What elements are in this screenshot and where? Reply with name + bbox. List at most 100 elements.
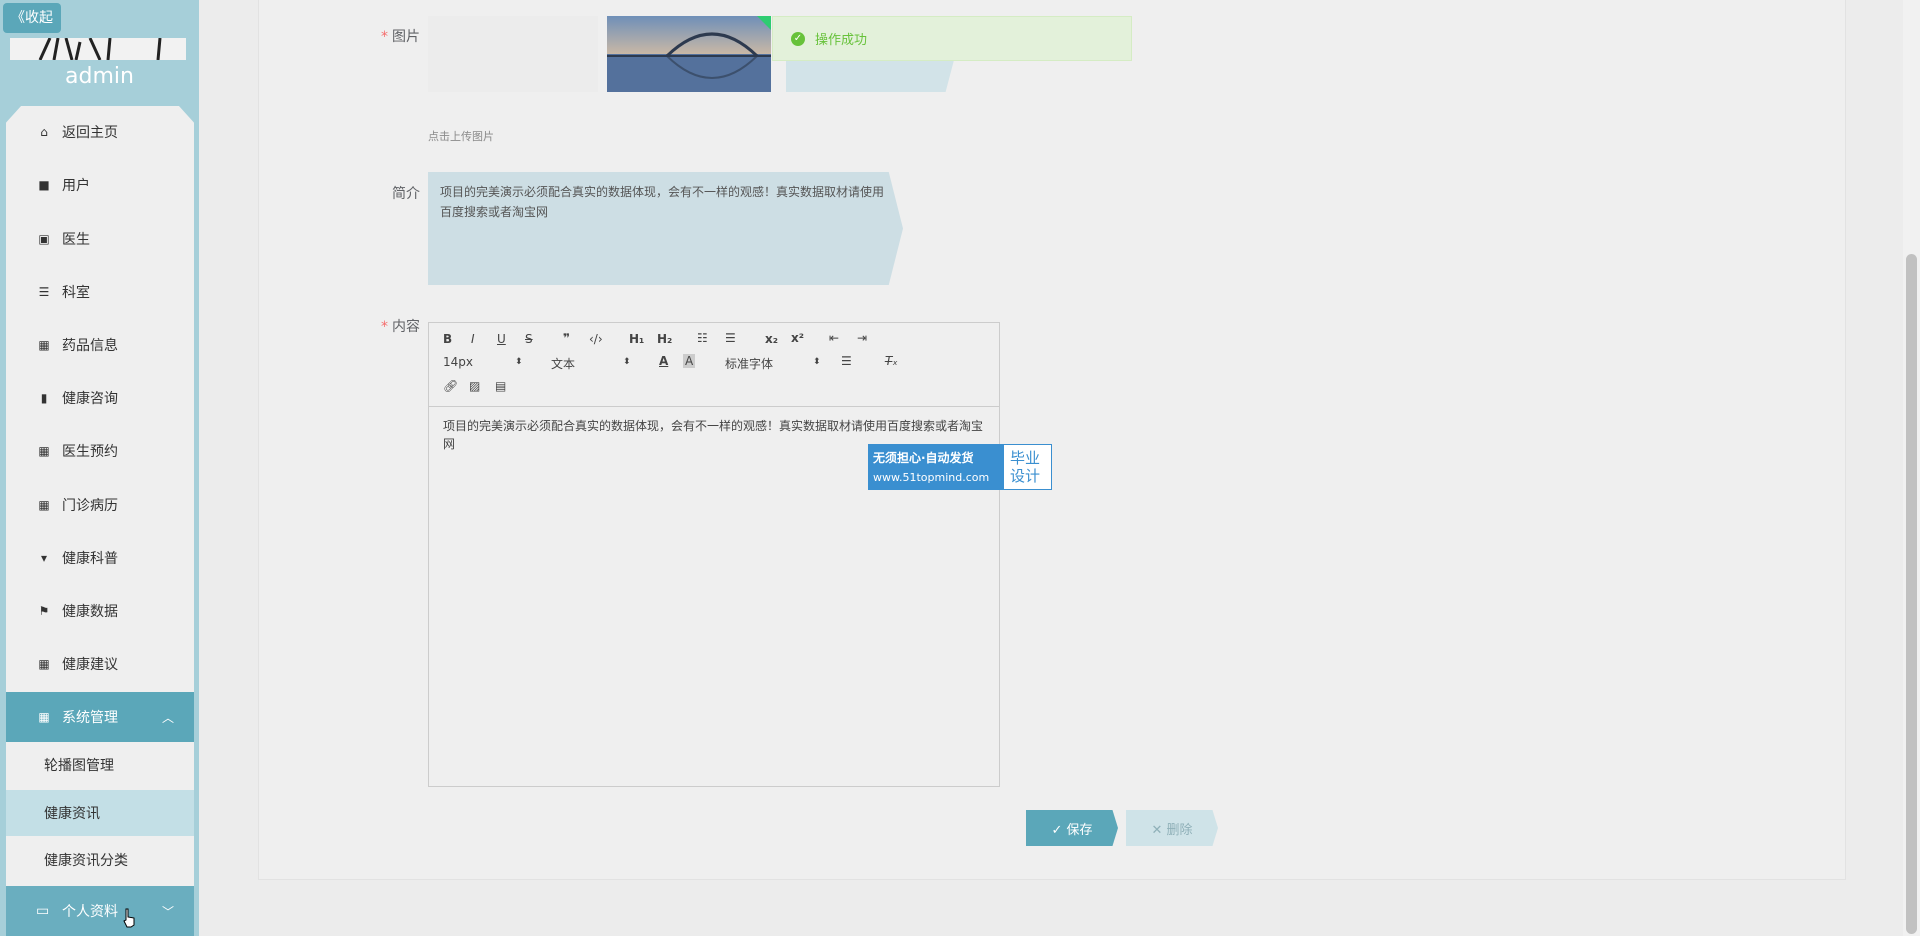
avatar-image [38,38,162,60]
sidebar-item-science[interactable]: ▾ 健康科普 [6,538,194,578]
sidebar-item-medicine[interactable]: ▦ 药品信息 [6,325,194,365]
sidebar-item-department[interactable]: ☰ 科室 [6,272,194,312]
upload-placeholder[interactable] [428,16,598,92]
doctor-icon: ▣ [38,232,50,246]
sidebar-item-label: 个人资料 [62,904,118,920]
grid-icon: ▦ [38,710,50,724]
sidebar-item-label: 门诊病历 [62,498,118,514]
hand-cursor-icon [123,908,135,928]
watermark-left: 无须担心·自动发货 www.51topmind.com [869,445,1004,489]
sidebar-item-label: 医生 [62,232,90,248]
pin-icon: ▾ [40,551,48,565]
save-button[interactable]: ✓ 保存 [1026,810,1118,846]
rich-text-editor: B I U S ❞ ‹/› H₁ H₂ ☷ ☰ x₂ x² ⇤ ⇥ 14px ⬍… [428,322,1000,787]
sidebar-item-doctor[interactable]: ▣ 医生 [6,219,194,259]
grid-icon: ▦ [38,657,50,671]
sidebar-subitem-label: 健康资讯分类 [44,853,128,869]
indent-icon[interactable]: ⇥ [857,331,867,345]
bullet-list-icon[interactable]: ☰ [725,331,736,345]
uploaded-image-thumbnail[interactable] [607,16,771,92]
success-toast: ✓ 操作成功 [772,16,1132,61]
profile-icon: ▭ [36,903,50,919]
home-icon: ⌂ [40,125,48,139]
content-label: * 内容 [381,319,420,335]
sidebar-item-label: 健康科普 [62,551,118,567]
username: admin [65,64,134,89]
sidebar: 《收起 admin ⌂ 返回主页 ■ 用户 ▣ 医生 ☰ 科室 ▦ 药品信息 ▮… [0,0,199,936]
sidebar-item-advice[interactable]: ▦ 健康建议 [6,644,194,684]
intro-label: 简介 [392,186,420,202]
font-color-button[interactable]: A [659,354,668,368]
sidebar-item-system[interactable]: ▦ 系统管理 ︿ [6,692,194,742]
sidebar-subitem-health-news[interactable]: 健康资讯 [6,790,194,836]
sidebar-item-home[interactable]: ⌂ 返回主页 [6,112,194,152]
scrollbar-thumb[interactable] [1906,254,1917,934]
sidebar-item-label: 健康咨询 [62,391,118,407]
toast-shadow [786,60,954,92]
sidebar-item-label: 药品信息 [62,338,118,354]
bold-button[interactable]: B [443,332,452,346]
sidebar-item-profile[interactable]: ▭ 个人资料 ﹀ [6,886,194,936]
bridge-image [607,16,771,92]
font-size-select[interactable]: 14px [443,355,473,369]
watermark-right: 毕业设计 [1010,449,1041,485]
h2-button[interactable]: H₂ [657,332,672,346]
sidebar-item-label: 医生预约 [62,444,118,460]
flag-icon: ⚑ [38,604,50,618]
sidebar-subitem-carousel[interactable]: 轮播图管理 [6,742,194,788]
h1-button[interactable]: H₁ [629,332,644,346]
italic-button[interactable]: I [471,332,475,346]
link-icon[interactable]: 🔗︎ [443,379,458,393]
select-arrow-icon: ⬍ [813,357,821,367]
strike-button[interactable]: S [525,332,533,346]
superscript-button[interactable]: x² [791,331,804,345]
intro-textarea[interactable]: 项目的完美演示必须配合真实的数据体现，会有不一样的观感！真实数据取材请使用百度搜… [428,172,903,285]
clear-format-icon[interactable]: T̶ₓ [885,354,898,368]
ordered-list-icon[interactable]: ☷ [697,331,708,345]
collapse-button[interactable]: 《收起 [3,3,61,33]
align-icon[interactable]: ☰ [841,354,852,368]
chevron-down-icon: ﹀ [161,904,174,919]
grid-icon: ▦ [38,444,50,458]
image-icon[interactable]: ▨ [469,379,480,393]
sidebar-item-user[interactable]: ■ 用户 [6,165,194,205]
sidebar-item-records[interactable]: ▦ 门诊病历 [6,485,194,525]
video-icon[interactable]: ▤ [495,379,506,393]
page-scrollbar[interactable] [1903,0,1920,936]
watermark-url: www.51topmind.com [873,471,990,484]
avatar[interactable] [10,38,186,60]
select-arrow-icon: ⬍ [515,357,523,367]
background-color-button[interactable]: A [683,354,696,368]
underline-button[interactable]: U [497,332,506,346]
user-icon: ■ [38,178,50,192]
toast-message: 操作成功 [815,33,868,48]
sidebar-item-label: 科室 [62,285,90,301]
upload-hint: 点击上传图片 [428,130,494,143]
blockquote-button[interactable]: ❞ [563,331,570,345]
grid-icon: ▦ [38,498,50,512]
list-icon: ☰ [38,285,50,299]
subscript-button[interactable]: x₂ [765,332,778,346]
sidebar-item-label: 返回主页 [62,125,118,141]
check-circle-icon: ✓ [791,31,805,46]
sidebar-subitem-label: 健康资讯 [44,806,100,822]
watermark-badge: 无须担心·自动发货 www.51topmind.com 毕业设计 [868,444,1052,490]
sidebar-item-label: 系统管理 [62,710,118,726]
sidebar-item-label: 健康建议 [62,657,118,673]
sidebar-item-consult[interactable]: ▮ 健康咨询 [6,378,194,418]
header-select[interactable]: 文本 [551,355,575,372]
font-family-select[interactable]: 标准字体 [725,355,773,372]
delete-button[interactable]: ✕ 删除 [1126,810,1218,846]
chevron-up-icon: ︿ [161,710,174,725]
sidebar-item-health-data[interactable]: ⚑ 健康数据 [6,591,194,631]
select-arrow-icon: ⬍ [623,357,631,367]
sidebar-item-appointment[interactable]: ▦ 医生预约 [6,431,194,471]
outdent-icon[interactable]: ⇤ [829,331,839,345]
sidebar-item-label: 用户 [62,178,90,194]
grid-icon: ▦ [38,338,50,352]
sidebar-menu: ⌂ 返回主页 ■ 用户 ▣ 医生 ☰ 科室 ▦ 药品信息 ▮ 健康咨询 ▦ 医生… [6,106,194,936]
code-button[interactable]: ‹/› [589,332,603,346]
chart-icon: ▮ [40,391,48,405]
editor-toolbar: B I U S ❞ ‹/› H₁ H₂ ☷ ☰ x₂ x² ⇤ ⇥ 14px ⬍… [429,323,999,407]
sidebar-subitem-news-category[interactable]: 健康资讯分类 [6,837,194,883]
